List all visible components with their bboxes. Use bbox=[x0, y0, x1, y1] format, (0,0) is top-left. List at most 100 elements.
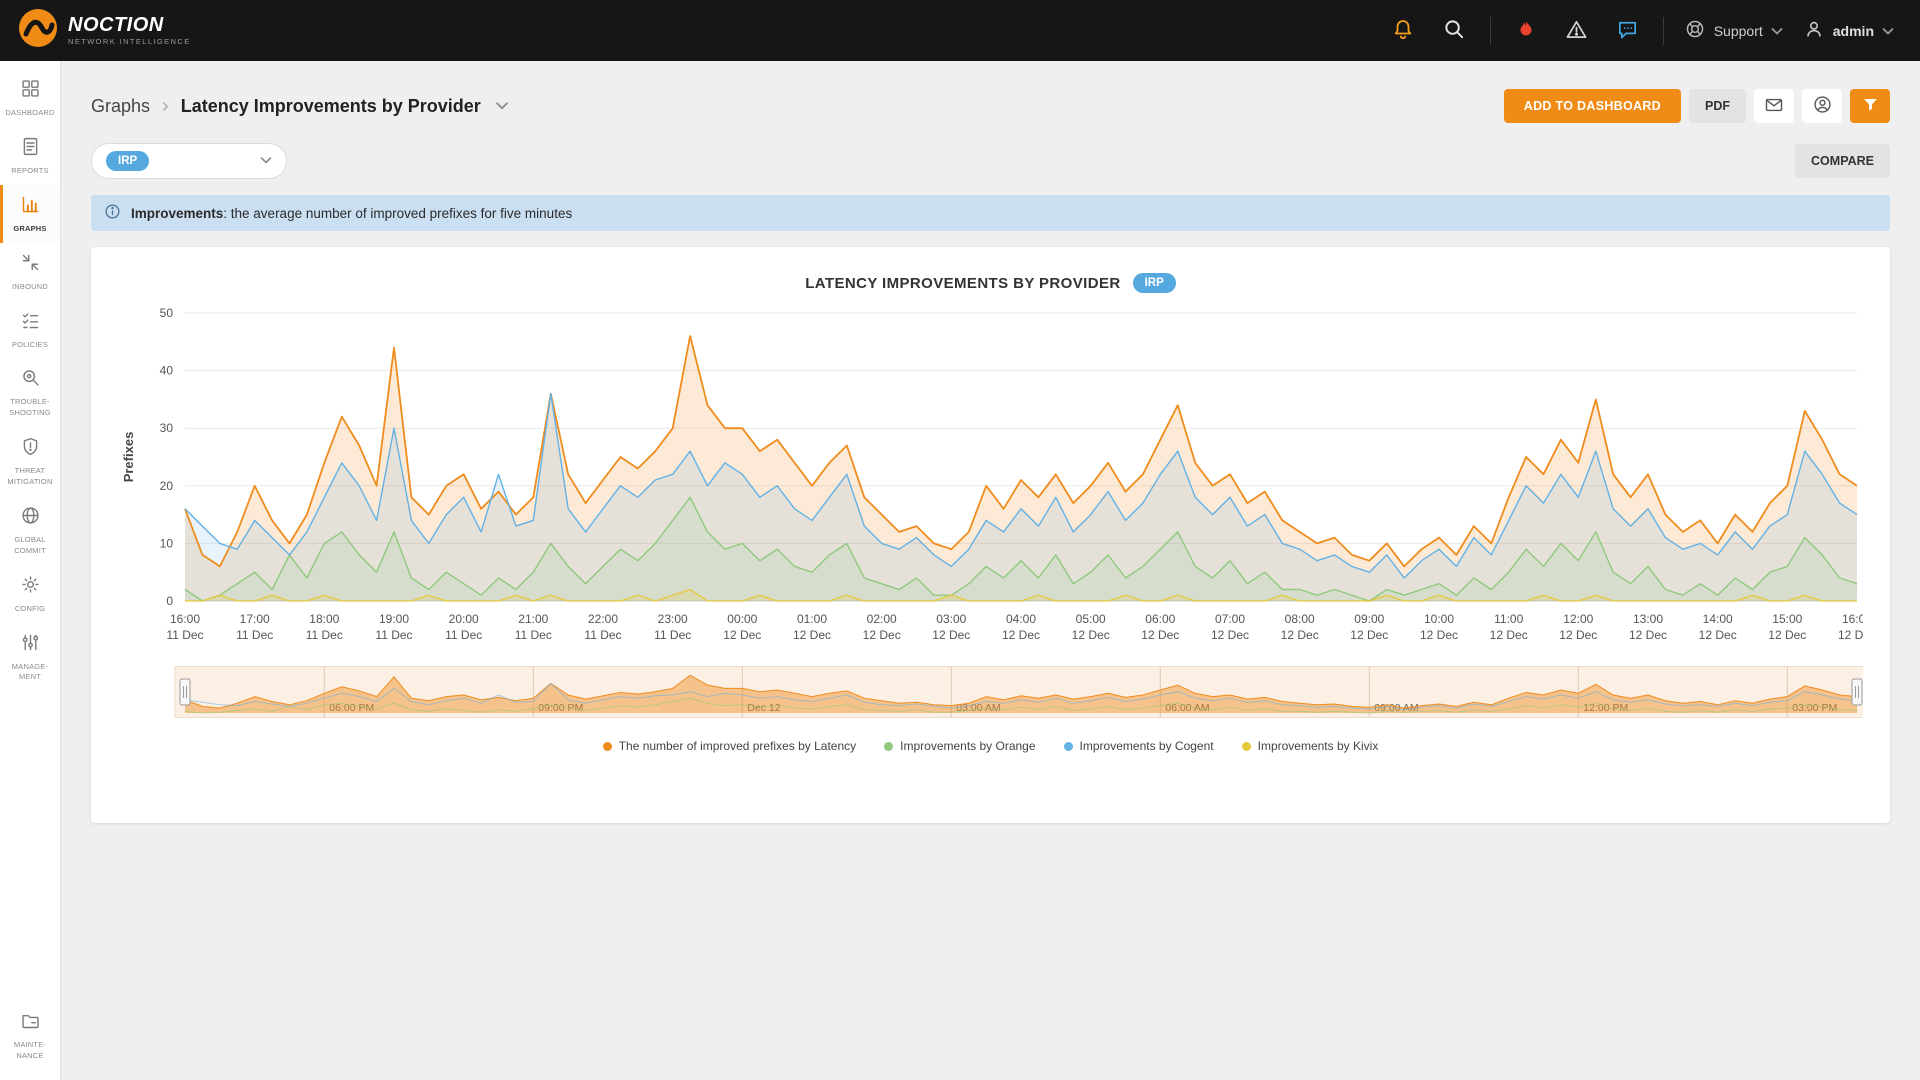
chevron-down-icon bbox=[1882, 23, 1894, 39]
sidebar-item-troubleshooting[interactable]: TROUBLE-SHOOTING bbox=[0, 358, 60, 427]
svg-text:13:00: 13:00 bbox=[1633, 612, 1663, 626]
globe-icon bbox=[20, 505, 41, 531]
noction-logo-icon bbox=[18, 8, 58, 53]
search-icon bbox=[1443, 18, 1466, 44]
legend-item-kivix[interactable]: Improvements by Kivix bbox=[1242, 739, 1379, 753]
svg-text:12 Dec: 12 Dec bbox=[1281, 628, 1319, 642]
svg-text:12 Dec: 12 Dec bbox=[1838, 628, 1863, 642]
alerts-button[interactable] bbox=[1561, 14, 1592, 48]
sliders-icon bbox=[20, 632, 41, 658]
svg-text:30: 30 bbox=[160, 421, 174, 435]
svg-text:01:00: 01:00 bbox=[797, 612, 827, 626]
irp-status-button[interactable] bbox=[1511, 14, 1541, 47]
compare-button[interactable]: COMPARE bbox=[1795, 144, 1890, 178]
legend-dot-blue bbox=[1064, 742, 1073, 751]
svg-text:10: 10 bbox=[160, 536, 174, 550]
chart-title: LATENCY IMPROVEMENTS BY PROVIDER bbox=[805, 275, 1120, 292]
svg-text:16:00: 16:00 bbox=[170, 612, 200, 626]
account-share-button[interactable] bbox=[1802, 89, 1842, 123]
graphs-icon bbox=[20, 194, 41, 220]
svg-text:11 Dec: 11 Dec bbox=[445, 628, 482, 642]
sidebar-item-inbound[interactable]: INBOUND bbox=[0, 243, 60, 301]
chat-bubble-icon bbox=[1616, 18, 1639, 44]
sidebar-item-reports[interactable]: REPORTS bbox=[0, 127, 60, 185]
svg-text:12 Dec: 12 Dec bbox=[1490, 628, 1528, 642]
legend-label: Improvements by Cogent bbox=[1080, 739, 1214, 753]
svg-text:11 Dec: 11 Dec bbox=[306, 628, 343, 642]
sidebar-item-label: CONFIG bbox=[3, 604, 57, 615]
svg-text:12 Dec: 12 Dec bbox=[1559, 628, 1597, 642]
svg-text:19:00: 19:00 bbox=[379, 612, 409, 626]
info-banner: Improvements: the average number of impr… bbox=[91, 195, 1890, 231]
svg-text:11 Dec: 11 Dec bbox=[236, 628, 273, 642]
svg-text:05:00: 05:00 bbox=[1076, 612, 1106, 626]
svg-text:40: 40 bbox=[160, 364, 174, 378]
sidebar-item-maintenance[interactable]: MAINTE-NANCE bbox=[0, 1001, 60, 1070]
sidebar-item-threat-mitigation[interactable]: THREAT MITIGATION bbox=[0, 427, 60, 496]
svg-text:12 Dec: 12 Dec bbox=[723, 628, 761, 642]
provider-tag-select[interactable]: IRP bbox=[91, 143, 287, 179]
svg-text:23:00: 23:00 bbox=[658, 612, 688, 626]
graph-selector-chevron-icon[interactable] bbox=[495, 101, 509, 111]
sidebar-item-label: TROUBLE-SHOOTING bbox=[3, 397, 57, 419]
top-header: NOCTION NETWORK INTELLIGENCE bbox=[0, 0, 1920, 61]
user-menu[interactable]: admin bbox=[1803, 18, 1894, 43]
legend-label: Improvements by Kivix bbox=[1258, 739, 1379, 753]
page-title: Latency Improvements by Provider bbox=[181, 96, 481, 117]
legend-dot-yellow bbox=[1242, 742, 1251, 751]
svg-text:14:00: 14:00 bbox=[1703, 612, 1733, 626]
filter-button[interactable] bbox=[1850, 89, 1890, 123]
svg-text:12 Dec: 12 Dec bbox=[1141, 628, 1179, 642]
sidebar-item-management[interactable]: MANAGE-MENT bbox=[0, 623, 60, 692]
svg-text:15:00: 15:00 bbox=[1772, 612, 1802, 626]
navigator-svg[interactable]: 06:00 PM09:00 PMDec 1203:00 AM06:00 AM09… bbox=[119, 666, 1863, 718]
navigator-handle-left[interactable] bbox=[180, 679, 190, 705]
svg-text:17:00: 17:00 bbox=[240, 612, 270, 626]
email-button[interactable] bbox=[1754, 89, 1794, 123]
svg-text:50: 50 bbox=[160, 306, 174, 320]
svg-text:12 Dec: 12 Dec bbox=[1629, 628, 1667, 642]
legend-label: The number of improved prefixes by Laten… bbox=[619, 739, 856, 753]
svg-text:00:00: 00:00 bbox=[727, 612, 757, 626]
sidebar-item-global-commit[interactable]: GLOBAL COMMIT bbox=[0, 496, 60, 565]
noction-logo[interactable]: NOCTION NETWORK INTELLIGENCE bbox=[18, 8, 191, 53]
feedback-button[interactable] bbox=[1612, 14, 1643, 48]
svg-text:12 Dec: 12 Dec bbox=[1002, 628, 1040, 642]
banner-rest: : the average number of improved prefixe… bbox=[223, 206, 572, 221]
user-icon bbox=[1803, 18, 1825, 43]
chart-card: LATENCY IMPROVEMENTS BY PROVIDER IRP Pre… bbox=[91, 247, 1890, 823]
notifications-button[interactable] bbox=[1387, 13, 1419, 48]
legend-item-latency[interactable]: The number of improved prefixes by Laten… bbox=[603, 739, 856, 753]
sidebar-item-config[interactable]: CONFIG bbox=[0, 565, 60, 623]
maintenance-folder-icon bbox=[20, 1010, 41, 1036]
breadcrumb-graphs-link[interactable]: Graphs bbox=[91, 96, 150, 117]
support-menu[interactable]: Support bbox=[1684, 18, 1783, 43]
add-to-dashboard-button[interactable]: ADD TO DASHBOARD bbox=[1504, 89, 1681, 123]
brand-name: NOCTION bbox=[68, 15, 191, 35]
irp-tag-chip[interactable]: IRP bbox=[106, 151, 149, 171]
svg-text:12 Dec: 12 Dec bbox=[793, 628, 831, 642]
svg-text:03:00: 03:00 bbox=[936, 612, 966, 626]
svg-text:18:00: 18:00 bbox=[309, 612, 339, 626]
chevron-down-icon bbox=[1771, 23, 1783, 39]
svg-text:Prefixes: Prefixes bbox=[121, 432, 136, 483]
sidebar-item-graphs[interactable]: GRAPHS bbox=[0, 185, 60, 243]
pdf-button[interactable]: PDF bbox=[1689, 89, 1746, 123]
breadcrumb: Graphs › Latency Improvements by Provide… bbox=[91, 95, 509, 118]
legend-label: Improvements by Orange bbox=[900, 739, 1035, 753]
search-button[interactable] bbox=[1439, 14, 1470, 48]
sidebar-item-policies[interactable]: POLICIES bbox=[0, 301, 60, 359]
navigator-handle-right[interactable] bbox=[1852, 679, 1862, 705]
svg-text:11 Dec: 11 Dec bbox=[166, 628, 203, 642]
svg-text:11 Dec: 11 Dec bbox=[654, 628, 691, 642]
sidebar-item-dashboard[interactable]: DASHBOARD bbox=[0, 69, 60, 127]
sidebar-item-label: INBOUND bbox=[3, 282, 57, 293]
sidebar-item-label: REPORTS bbox=[3, 166, 57, 177]
svg-text:20: 20 bbox=[160, 479, 174, 493]
legend-item-orange-provider[interactable]: Improvements by Orange bbox=[884, 739, 1035, 753]
main-content: Graphs › Latency Improvements by Provide… bbox=[61, 61, 1920, 1080]
svg-text:09:00: 09:00 bbox=[1354, 612, 1384, 626]
flame-icon bbox=[1515, 18, 1537, 43]
banner-term: Improvements bbox=[131, 206, 223, 221]
legend-item-cogent[interactable]: Improvements by Cogent bbox=[1064, 739, 1214, 753]
